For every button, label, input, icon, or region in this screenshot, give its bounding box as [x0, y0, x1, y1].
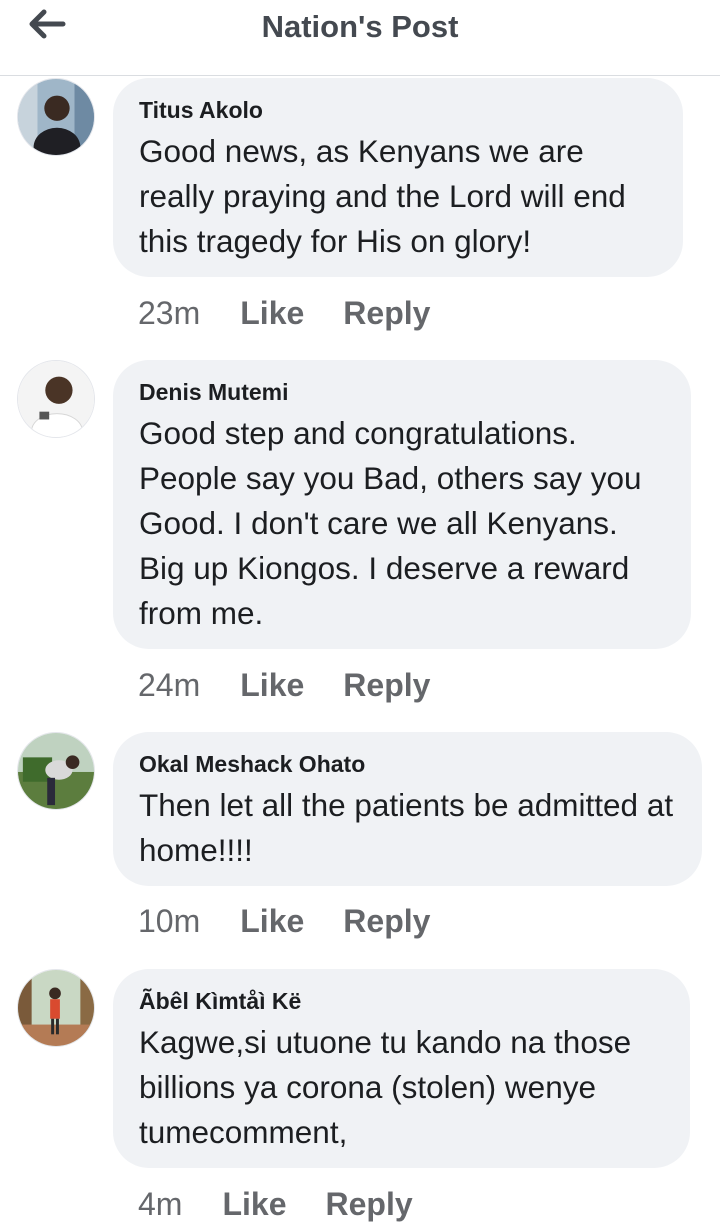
reply-button[interactable]: Reply	[343, 667, 430, 704]
like-button[interactable]: Like	[240, 295, 304, 332]
like-button[interactable]: Like	[240, 667, 304, 704]
avatar[interactable]	[17, 732, 95, 810]
reply-button[interactable]: Reply	[343, 295, 430, 332]
comment-bubble: Titus Akolo Good news, as Kenyans we are…	[113, 78, 683, 277]
comment-author[interactable]: Denis Mutemi	[139, 379, 665, 405]
comment-author[interactable]: Okal Meshack Ohato	[139, 751, 676, 777]
page-title: Nation's Post	[261, 9, 459, 44]
comment-text: Good step and congratulations. People sa…	[139, 415, 642, 631]
comment-actions: 10m Like Reply	[138, 901, 469, 941]
comment-timestamp[interactable]: 4m	[138, 1186, 182, 1223]
comment-text: Good news, as Kenyans we are really pray…	[139, 133, 626, 259]
comment-bubble: Ãbêl Kìmtåì Kë Kagwe,si utuone tu kando …	[113, 969, 690, 1168]
like-button[interactable]: Like	[222, 1186, 286, 1223]
comment-bubble: Okal Meshack Ohato Then let all the pati…	[113, 732, 702, 886]
top-bar: Nation's Post	[0, 0, 720, 76]
avatar[interactable]	[17, 360, 95, 438]
comment-actions: 23m Like Reply	[138, 293, 469, 333]
avatar[interactable]	[17, 78, 95, 156]
comment-actions: 4m Like Reply	[138, 1184, 452, 1224]
like-button[interactable]: Like	[240, 903, 304, 940]
comment-author[interactable]: Ãbêl Kìmtåì Kë	[139, 988, 664, 1014]
reply-button[interactable]: Reply	[343, 903, 430, 940]
comment-timestamp[interactable]: 24m	[138, 667, 200, 704]
comment-timestamp[interactable]: 23m	[138, 295, 200, 332]
comment-timestamp[interactable]: 10m	[138, 903, 200, 940]
avatar[interactable]	[17, 969, 95, 1047]
comment-text: Kagwe,si utuone tu kando na those billio…	[139, 1024, 632, 1150]
reply-button[interactable]: Reply	[325, 1186, 412, 1223]
comment-actions: 24m Like Reply	[138, 665, 469, 705]
comment-author[interactable]: Titus Akolo	[139, 97, 657, 123]
comment-text: Then let all the patients be admitted at…	[139, 787, 674, 868]
comment-bubble: Denis Mutemi Good step and congratulatio…	[113, 360, 691, 649]
